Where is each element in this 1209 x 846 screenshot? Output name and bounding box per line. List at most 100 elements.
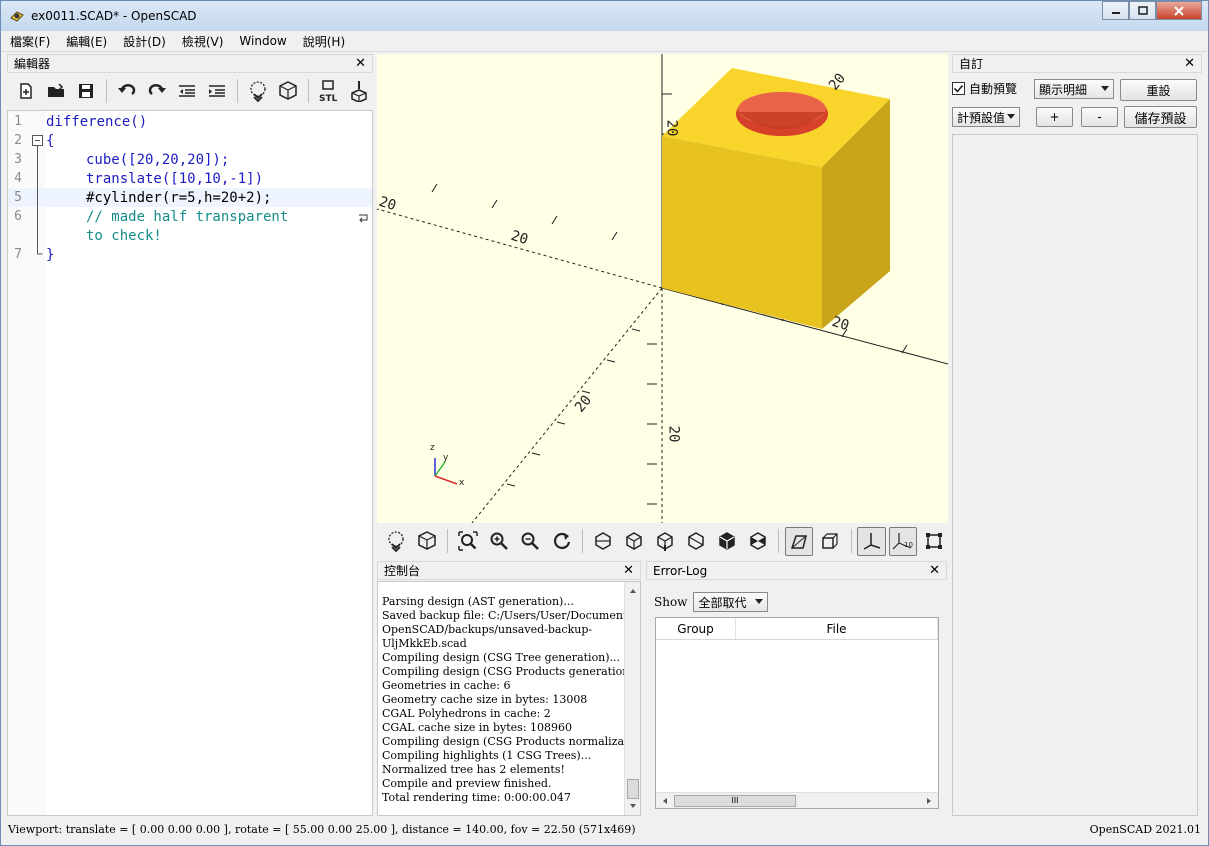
dropdown-arrow-icon — [1007, 114, 1015, 119]
editor-panel: 編輯器 ✕ STL 1 difference() 2 {3 cube([20,… — [7, 54, 373, 816]
code-line: 7 } — [8, 245, 372, 264]
save-file-button[interactable] — [73, 78, 99, 104]
menu-bar: 檔案(F) 編輯(E) 設計(D) 檢視(V) Window 說明(H) — [2, 31, 1207, 52]
console-line: Normalized tree has 2 elements! — [382, 763, 565, 776]
menu-window[interactable]: Window — [231, 34, 294, 48]
indent-button[interactable] — [204, 78, 230, 104]
console-output[interactable]: Parsing design (AST generation)... Saved… — [377, 581, 641, 816]
detail-level-select[interactable]: 顯示明細 — [1034, 79, 1114, 99]
view-left-button[interactable] — [682, 527, 710, 556]
console-line: Compile and preview finished. — [382, 777, 552, 790]
view-front-button[interactable] — [713, 527, 741, 556]
scroll-left-icon — [663, 798, 667, 804]
error-log-table[interactable]: Group File III — [655, 617, 939, 809]
customizer-close-button[interactable]: ✕ — [1184, 56, 1195, 71]
preview-icon — [250, 81, 266, 102]
undo-icon — [118, 84, 136, 95]
code-line-text: to check! — [86, 227, 162, 244]
scrollbar-thumb[interactable]: III — [674, 795, 796, 807]
toolbar-separator — [447, 529, 449, 553]
auto-preview-checkbox[interactable] — [952, 82, 965, 95]
close-icon — [1174, 5, 1184, 16]
code-line: to check! — [8, 226, 372, 245]
error-log-title: Error-Log — [653, 563, 708, 578]
reset-view-icon — [553, 532, 570, 549]
scale-markers-icon: 10 — [892, 533, 913, 550]
close-window-button[interactable] — [1156, 1, 1202, 20]
reset-view-button[interactable] — [548, 527, 576, 556]
menu-file[interactable]: 檔案(F) — [2, 33, 58, 50]
zoom-in-button[interactable] — [485, 527, 513, 556]
show-edges-button[interactable] — [920, 527, 948, 556]
view-render-button[interactable] — [413, 527, 441, 556]
minimize-button[interactable] — [1102, 1, 1129, 20]
console-close-button[interactable]: ✕ — [623, 563, 634, 578]
code-line-text: #cylinder(r=5,h=20+2); — [86, 189, 272, 206]
scroll-right-icon — [927, 798, 931, 804]
menu-edit[interactable]: 編輯(E) — [58, 33, 115, 50]
svg-text:STL: STL — [319, 94, 338, 103]
console-scrollbar[interactable] — [624, 582, 640, 815]
error-log-hscrollbar[interactable]: III — [656, 792, 938, 808]
view-right-button[interactable] — [589, 527, 617, 556]
axis-label-z-pos: 20 — [663, 119, 680, 137]
render-icon — [418, 531, 436, 550]
preview-button[interactable] — [245, 78, 271, 104]
view-top-button[interactable] — [620, 527, 648, 556]
perspective-button[interactable] — [785, 526, 814, 556]
console-line: Parsing design (AST generation)... — [382, 595, 574, 608]
menu-design[interactable]: 設計(D) — [115, 33, 174, 50]
console-line: Compiling design (CSG Tree generation)..… — [382, 651, 621, 664]
export-stl-button[interactable]: STL — [316, 78, 342, 104]
code-line: 2 { — [8, 131, 372, 150]
console-line: OpenSCAD/backups/unsaved-backup- — [382, 623, 593, 636]
scrollbar-thumb[interactable] — [627, 779, 639, 799]
editor-close-button[interactable]: ✕ — [355, 56, 366, 71]
maximize-button[interactable] — [1129, 1, 1156, 20]
send-to-print-button[interactable] — [346, 78, 372, 104]
error-log-panel: Error-Log ✕ Show 全部取代 Group File III — [646, 561, 947, 816]
column-header-file[interactable]: File — [736, 618, 938, 639]
reset-button[interactable]: 重設 — [1120, 79, 1197, 101]
unindent-button[interactable] — [174, 78, 200, 104]
error-log-close-button[interactable]: ✕ — [929, 563, 940, 578]
svg-text:10: 10 — [904, 541, 913, 549]
preset-select[interactable]: 計預設值 — [952, 107, 1020, 127]
show-filter-select[interactable]: 全部取代 — [693, 592, 769, 612]
open-file-button[interactable] — [43, 78, 69, 104]
add-preset-button[interactable]: + — [1036, 107, 1073, 127]
gizmo-label-z: z — [430, 443, 435, 453]
redo-button[interactable] — [144, 78, 170, 104]
viewport-status: Viewport: translate = [ 0.00 0.00 0.00 ]… — [8, 822, 636, 836]
openscad-logo-icon — [10, 11, 24, 22]
save-preset-button[interactable]: 儲存預設 — [1124, 106, 1197, 128]
view-all-button[interactable] — [454, 527, 482, 556]
console-line: CGAL Polyhedrons in cache: 2 — [382, 707, 551, 720]
code-editor[interactable]: 1 difference() 2 { 3 cube([20,20,20]); 4… — [7, 110, 373, 816]
show-axes-button[interactable] — [857, 526, 886, 556]
show-label: Show — [654, 595, 688, 609]
column-header-group[interactable]: Group — [656, 618, 736, 639]
3d-viewport[interactable]: 20 20 20 20 20 20 20 z y x — [377, 54, 948, 523]
print-3d-icon — [351, 81, 367, 102]
error-log-dock-title: Error-Log ✕ — [646, 561, 947, 580]
view-preview-button[interactable] — [382, 527, 410, 556]
view-right-icon — [594, 532, 611, 550]
line-number: 3 — [14, 152, 22, 167]
show-scale-markers-button[interactable]: 10 — [888, 526, 917, 556]
view-bottom-button[interactable] — [651, 527, 679, 556]
undo-button[interactable] — [114, 78, 140, 104]
menu-view[interactable]: 檢視(V) — [174, 33, 232, 50]
code-line-text: difference() — [46, 113, 148, 130]
orthogonal-button[interactable] — [816, 527, 844, 556]
menu-help[interactable]: 說明(H) — [295, 33, 353, 50]
fold-guide-line — [37, 145, 38, 245]
remove-preset-button[interactable]: - — [1081, 107, 1118, 127]
window-controls — [1102, 1, 1202, 20]
zoom-out-button[interactable] — [516, 527, 544, 556]
render-button[interactable] — [275, 78, 301, 104]
view-back-button[interactable] — [744, 527, 772, 556]
line-number: 7 — [14, 247, 22, 262]
new-file-button[interactable] — [13, 78, 39, 104]
code-line-current: 5 #cylinder(r=5,h=20+2); — [8, 188, 372, 207]
